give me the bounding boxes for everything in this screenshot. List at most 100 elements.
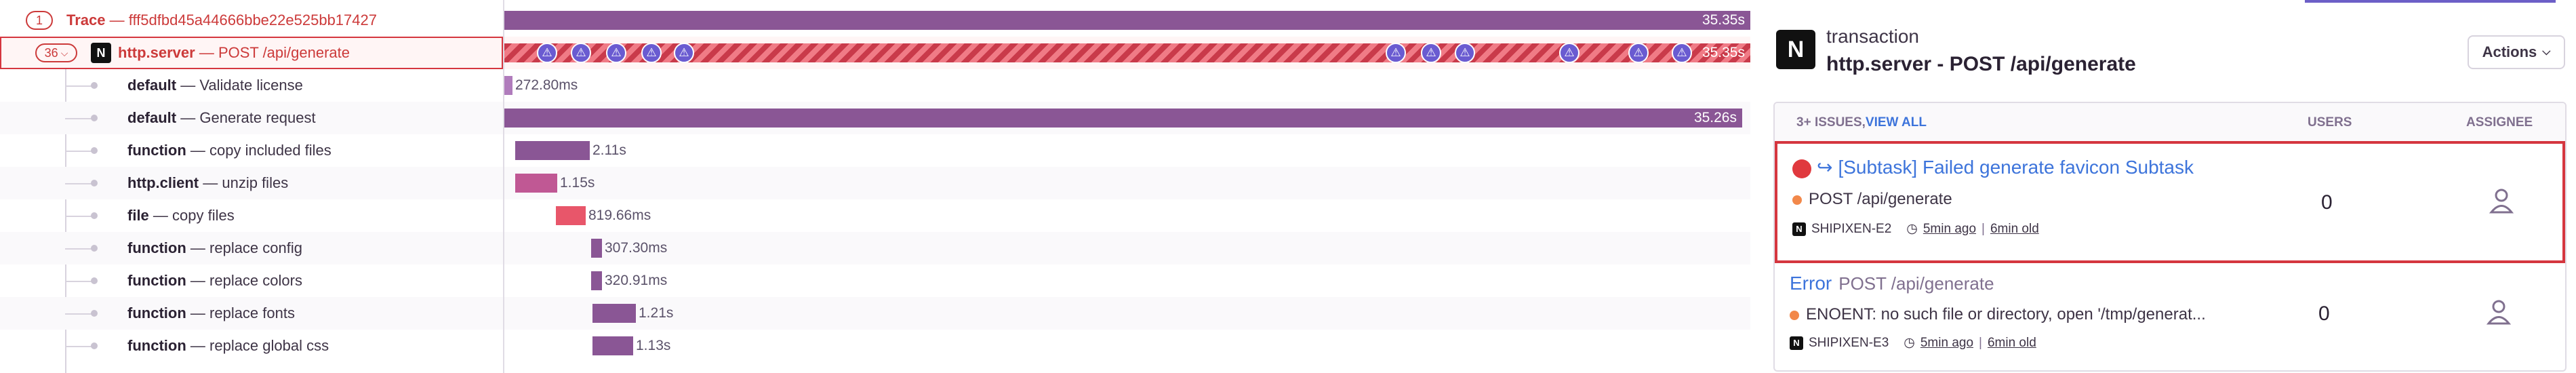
span-duration: 1.21s [639,305,674,321]
tree-branch [65,313,92,315]
span-duration: 819.66ms [588,208,651,223]
trace-duration: 35.35s [1702,12,1745,28]
span-bar-row[interactable]: 2.11s [504,134,1750,167]
issue-marker-icon[interactable]: ⚠ [1421,43,1441,63]
span-bar[interactable] [592,336,633,355]
issue-users-count: 0 [2321,191,2333,214]
span-bar[interactable] [515,174,557,193]
subtask-arrow-icon: ↪ [1817,157,1833,178]
tree-branch [65,151,92,152]
span-bar-row[interactable]: 819.66ms [504,199,1750,232]
tree-branch [65,85,92,87]
tree-branch [65,183,92,184]
root-children-toggle[interactable]: 36 ⌵ [35,43,77,62]
span-label: default — Generate request [127,109,316,126]
view-all-link[interactable]: VIEW ALL [1866,115,1927,130]
tree-node-dot [91,310,98,317]
span-bar-row[interactable]: 272.80ms [504,69,1750,102]
issue-marker-icon[interactable]: ⚠ [537,43,557,63]
span-bar[interactable] [591,271,602,290]
span-label: http.client — unzip files [127,174,289,191]
trace-bar[interactable] [504,11,1750,30]
span-bar-row[interactable]: 1.15s [504,167,1750,199]
span-bar-row[interactable]: 35.26s [504,102,1750,134]
project-icon: N [1790,336,1803,350]
issue-marker-icon[interactable]: ⚠ [606,43,626,63]
issue-row[interactable]: ↪ [Subtask] Failed generate favicon Subta… [1775,141,2565,263]
active-tab-indicator [2305,0,2556,3]
users-column-header: USERS [2308,115,2352,130]
actions-button[interactable]: Actions ⌵ [2468,35,2565,69]
event-kind: transaction [1826,26,1919,47]
issue-marker-icon[interactable]: ⚠ [641,43,662,63]
root-bar-row[interactable]: ⚠ ⚠ ⚠ ⚠ ⚠ ⚠ ⚠ ⚠ ⚠ ⚠ ⚠ 35.35s [504,37,1750,69]
issue-title-culprit: POST /api/generate [1838,273,1994,294]
assignee-column-header: ASSIGNEE [2466,115,2533,130]
span-duration: 2.11s [592,142,626,158]
span-label: function — replace global css [127,337,329,354]
span-bar[interactable] [504,109,1742,127]
tree-node-dot [91,115,98,121]
trace-label: Trace — fff5dfbd45a44666bbe22e525bb17427 [66,12,377,28]
root-span-label: http.server — POST /api/generate [118,44,350,61]
span-duration: 307.30ms [605,240,668,256]
tree-node-dot [91,147,98,154]
issue-row[interactable]: Error POST /api/generate ENOENT: no such … [1775,263,2565,370]
span-label: function — replace config [127,239,302,256]
trace-count-badge[interactable]: 1 [26,11,53,30]
tree-node-dot [91,342,98,349]
span-bar[interactable] [591,239,602,258]
span-bar-row[interactable]: 1.13s [504,330,1750,362]
issues-table: 3+ ISSUES,VIEW ALL USERS ASSIGNEE ↪ [Subt… [1773,102,2567,372]
tree-branch [65,216,92,217]
clock-icon: ◷ [1904,336,1915,350]
last-seen[interactable]: 5min ago [1923,222,1976,237]
issue-marker-icon[interactable]: ⚠ [1559,43,1579,63]
issue-marker-icon[interactable]: ⚠ [1386,43,1406,63]
root-span-row[interactable]: 36 ⌵ N http.server — POST /api/generate [0,37,503,69]
tree-node-dot [91,212,98,219]
last-seen[interactable]: 5min ago [1920,336,1973,351]
tree-branch [65,346,92,347]
trace-bar-row[interactable]: 35.35s [504,4,1750,37]
nextjs-icon: N [91,43,111,63]
span-label: function — replace fonts [127,305,295,321]
status-dot [1792,195,1802,205]
issue-marker-icon[interactable]: ⚠ [1628,43,1649,63]
project-name: SHIPIXEN-E3 [1809,335,1889,350]
panel-title: http.server - POST /api/generate [1826,53,2136,75]
issue-marker-icon[interactable]: ⚠ [1672,43,1692,63]
issue-title[interactable]: Error POST /api/generate [1790,273,1994,294]
first-seen[interactable]: 6min old [1988,336,2036,351]
span-bar-row[interactable]: 320.91ms [504,264,1750,297]
trace-row[interactable]: 1 Trace — fff5dfbd45a44666bbe22e525bb174… [0,4,503,37]
first-seen[interactable]: 6min old [1990,222,2039,237]
span-duration: 1.15s [560,175,595,191]
assignee-icon[interactable] [2487,298,2511,326]
tree-node-dot [91,245,98,252]
tree-branch [65,248,92,250]
span-duration: 35.26s [1693,110,1737,125]
span-label: file — copy files [127,207,235,224]
span-bar[interactable] [556,206,586,225]
issue-marker-icon[interactable]: ⚠ [674,43,694,63]
issue-users-count: 0 [2318,302,2330,325]
issue-marker-icon[interactable]: ⚠ [1455,43,1475,63]
issue-meta: N SHIPIXEN-E3 ◷ 5min ago | 6min old [1790,335,2036,351]
assignee-icon[interactable] [2489,187,2514,214]
nextjs-icon: N [1776,30,1815,69]
tree-branch [65,118,92,119]
issue-title[interactable]: ↪ [Subtask] Failed generate favicon Subta… [1792,156,2194,178]
chevron-down-icon: ⌵ [60,47,68,58]
actions-label: Actions [2482,43,2537,60]
span-bar[interactable] [504,76,512,95]
tree-branch [65,281,92,282]
span-bar-row[interactable]: 307.30ms [504,232,1750,264]
waterfall: 35.35s ⚠ ⚠ ⚠ ⚠ ⚠ ⚠ ⚠ ⚠ ⚠ ⚠ ⚠ 35.35s 272.80ms 35.26s… [504,0,1750,373]
span-bar-row[interactable]: 1.21s [504,297,1750,330]
span-duration: 1.13s [636,338,671,353]
issue-marker-icon[interactable]: ⚠ [571,43,591,63]
span-bar[interactable] [515,141,590,160]
span-bar[interactable] [592,304,636,323]
span-duration: 320.91ms [605,273,668,288]
